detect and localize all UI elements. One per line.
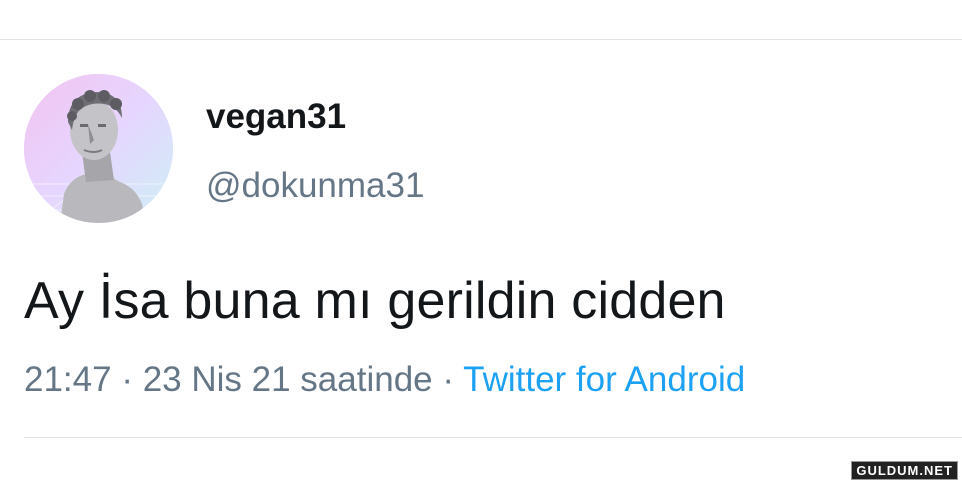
avatar[interactable] — [24, 74, 173, 223]
user-handle[interactable]: @dokunma31 — [206, 166, 424, 206]
meta-separator: · — [121, 360, 133, 399]
tweet-time[interactable]: 21:47 — [24, 360, 112, 399]
meta-separator: · — [442, 360, 455, 399]
tweet-meta: 21:47 · 23 Nis 21 saatinde · Twitter for… — [24, 360, 745, 400]
tweet-source-link[interactable]: Twitter for Android — [463, 360, 745, 399]
top-divider — [0, 39, 962, 40]
watermark: GULDUM.NET — [851, 461, 958, 480]
tweet-text: Ay İsa buna mı gerildin cidden — [24, 272, 726, 330]
display-name[interactable]: vegan31 — [206, 97, 346, 137]
statue-bust-avatar-icon — [24, 74, 173, 223]
tweet-date[interactable]: 23 Nis 21 saatinde — [143, 360, 433, 399]
bottom-divider — [24, 437, 962, 438]
